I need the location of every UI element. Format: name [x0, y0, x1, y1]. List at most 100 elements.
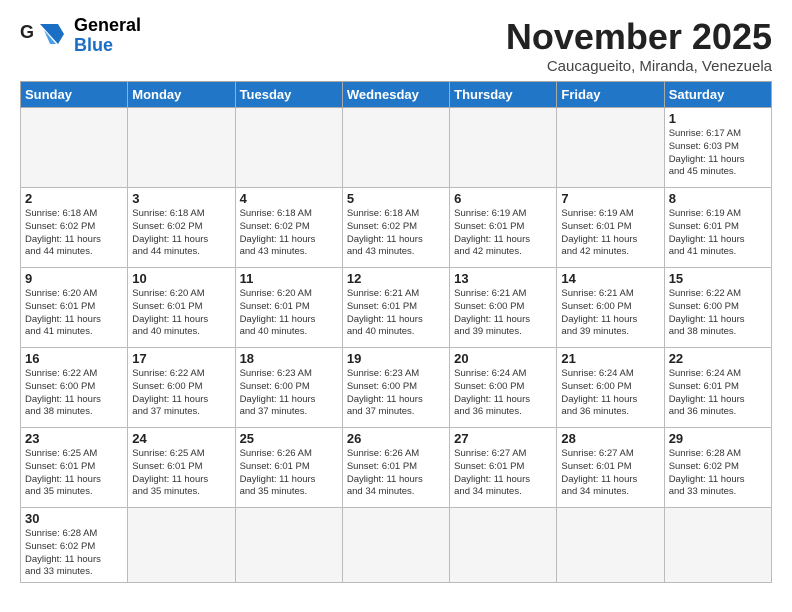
col-header-friday: Friday [557, 82, 664, 108]
day-info: Sunrise: 6:18 AM Sunset: 6:02 PM Dayligh… [132, 208, 230, 259]
calendar-cell: 11 Sunrise: 6:20 AM Sunset: 6:01 PM Dayli… [235, 268, 342, 348]
day-info: Sunrise: 6:23 AM Sunset: 6:00 PM Dayligh… [240, 368, 338, 419]
day-info: Sunrise: 6:20 AM Sunset: 6:01 PM Dayligh… [25, 288, 123, 339]
day-number: 8 [669, 191, 767, 206]
day-info: Sunrise: 6:21 AM Sunset: 6:00 PM Dayligh… [454, 288, 552, 339]
day-number: 13 [454, 271, 552, 286]
calendar-cell: 4Sunrise: 6:18 AM Sunset: 6:02 PM Daylig… [235, 188, 342, 268]
calendar-cell: 20Sunrise: 6:24 AM Sunset: 6:00 PM Dayli… [450, 348, 557, 428]
calendar-cell: 12 Sunrise: 6:21 AM Sunset: 6:01 PM Dayli… [342, 268, 449, 348]
day-number: 15 [669, 271, 767, 286]
day-number: 12 [347, 271, 445, 286]
day-info: Sunrise: 6:19 AM Sunset: 6:01 PM Dayligh… [561, 208, 659, 259]
day-number: 11 [240, 271, 338, 286]
day-info: Sunrise: 6:28 AM Sunset: 6:02 PM Dayligh… [25, 528, 123, 579]
calendar-cell: 28Sunrise: 6:27 AM Sunset: 6:01 PM Dayli… [557, 428, 664, 508]
day-number: 5 [347, 191, 445, 206]
day-info: Sunrise: 6:28 AM Sunset: 6:02 PM Dayligh… [669, 448, 767, 499]
day-info: Sunrise: 6:21 AM Sunset: 6:01 PM Dayligh… [347, 288, 445, 339]
day-number: 28 [561, 431, 659, 446]
day-number: 24 [132, 431, 230, 446]
day-number: 29 [669, 431, 767, 446]
day-info: Sunrise: 6:26 AM Sunset: 6:01 PM Dayligh… [347, 448, 445, 499]
calendar-cell: 6Sunrise: 6:19 AM Sunset: 6:01 PM Daylig… [450, 188, 557, 268]
calendar-cell: 24 Sunrise: 6:25 AM Sunset: 6:01 PM Dayli… [128, 428, 235, 508]
calendar-cell: 27 Sunrise: 6:27 AM Sunset: 6:01 PM Dayli… [450, 428, 557, 508]
calendar-header-row: SundayMondayTuesdayWednesdayThursdayFrid… [21, 82, 772, 108]
calendar-cell: 7 Sunrise: 6:19 AM Sunset: 6:01 PM Daylig… [557, 188, 664, 268]
header: G General Blue November 2025 Caucagueito… [20, 16, 772, 75]
day-info: Sunrise: 6:22 AM Sunset: 6:00 PM Dayligh… [25, 368, 123, 419]
day-number: 3 [132, 191, 230, 206]
month-title: November 2025 [506, 16, 772, 58]
week-row-4: 16 Sunrise: 6:22 AM Sunset: 6:00 PM Dayli… [21, 348, 772, 428]
calendar-cell: 26 Sunrise: 6:26 AM Sunset: 6:01 PM Dayli… [342, 428, 449, 508]
logo-general: General [74, 16, 141, 36]
col-header-tuesday: Tuesday [235, 82, 342, 108]
calendar-cell: 3 Sunrise: 6:18 AM Sunset: 6:02 PM Daylig… [128, 188, 235, 268]
day-number: 19 [347, 351, 445, 366]
day-number: 6 [454, 191, 552, 206]
calendar-cell [342, 508, 449, 583]
day-number: 23 [25, 431, 123, 446]
calendar-cell: 29 Sunrise: 6:28 AM Sunset: 6:02 PM Dayli… [664, 428, 771, 508]
col-header-wednesday: Wednesday [342, 82, 449, 108]
page: G General Blue November 2025 Caucagueito… [0, 0, 792, 593]
day-info: Sunrise: 6:26 AM Sunset: 6:01 PM Dayligh… [240, 448, 338, 499]
day-info: Sunrise: 6:25 AM Sunset: 6:01 PM Dayligh… [132, 448, 230, 499]
day-number: 22 [669, 351, 767, 366]
day-number: 20 [454, 351, 552, 366]
logo: G General Blue [20, 16, 141, 56]
day-info: Sunrise: 6:18 AM Sunset: 6:02 PM Dayligh… [240, 208, 338, 259]
day-number: 27 [454, 431, 552, 446]
day-info: Sunrise: 6:25 AM Sunset: 6:01 PM Dayligh… [25, 448, 123, 499]
calendar-cell [342, 108, 449, 188]
week-row-5: 23 Sunrise: 6:25 AM Sunset: 6:01 PM Dayli… [21, 428, 772, 508]
week-row-2: 2 Sunrise: 6:18 AM Sunset: 6:02 PM Daylig… [21, 188, 772, 268]
day-number: 26 [347, 431, 445, 446]
col-header-saturday: Saturday [664, 82, 771, 108]
col-header-sunday: Sunday [21, 82, 128, 108]
calendar-cell [235, 508, 342, 583]
day-number: 2 [25, 191, 123, 206]
day-number: 1 [669, 111, 767, 126]
calendar-cell: 22 Sunrise: 6:24 AM Sunset: 6:01 PM Dayli… [664, 348, 771, 428]
calendar-cell: 16 Sunrise: 6:22 AM Sunset: 6:00 PM Dayli… [21, 348, 128, 428]
logo-icon: G [20, 16, 68, 56]
calendar-cell [128, 508, 235, 583]
day-number: 25 [240, 431, 338, 446]
day-number: 17 [132, 351, 230, 366]
logo-blue: Blue [74, 36, 141, 56]
calendar-cell [21, 108, 128, 188]
day-number: 7 [561, 191, 659, 206]
day-info: Sunrise: 6:20 AM Sunset: 6:01 PM Dayligh… [132, 288, 230, 339]
calendar-cell: 1Sunrise: 6:17 AM Sunset: 6:03 PM Daylig… [664, 108, 771, 188]
calendar-cell: 15 Sunrise: 6:22 AM Sunset: 6:00 PM Dayli… [664, 268, 771, 348]
week-row-6: 30Sunrise: 6:28 AM Sunset: 6:02 PM Dayli… [21, 508, 772, 583]
day-info: Sunrise: 6:24 AM Sunset: 6:01 PM Dayligh… [669, 368, 767, 419]
title-block: November 2025 Caucagueito, Miranda, Vene… [506, 16, 772, 75]
calendar-cell [557, 108, 664, 188]
col-header-thursday: Thursday [450, 82, 557, 108]
calendar: SundayMondayTuesdayWednesdayThursdayFrid… [20, 81, 772, 583]
day-number: 16 [25, 351, 123, 366]
day-info: Sunrise: 6:18 AM Sunset: 6:02 PM Dayligh… [25, 208, 123, 259]
day-number: 9 [25, 271, 123, 286]
day-info: Sunrise: 6:22 AM Sunset: 6:00 PM Dayligh… [669, 288, 767, 339]
calendar-cell [450, 108, 557, 188]
calendar-cell: 2 Sunrise: 6:18 AM Sunset: 6:02 PM Daylig… [21, 188, 128, 268]
day-info: Sunrise: 6:23 AM Sunset: 6:00 PM Dayligh… [347, 368, 445, 419]
day-info: Sunrise: 6:19 AM Sunset: 6:01 PM Dayligh… [669, 208, 767, 259]
calendar-cell: 9 Sunrise: 6:20 AM Sunset: 6:01 PM Daylig… [21, 268, 128, 348]
day-number: 14 [561, 271, 659, 286]
day-info: Sunrise: 6:20 AM Sunset: 6:01 PM Dayligh… [240, 288, 338, 339]
calendar-cell: 18Sunrise: 6:23 AM Sunset: 6:00 PM Dayli… [235, 348, 342, 428]
calendar-cell: 30Sunrise: 6:28 AM Sunset: 6:02 PM Dayli… [21, 508, 128, 583]
day-info: Sunrise: 6:24 AM Sunset: 6:00 PM Dayligh… [561, 368, 659, 419]
day-info: Sunrise: 6:18 AM Sunset: 6:02 PM Dayligh… [347, 208, 445, 259]
calendar-cell [235, 108, 342, 188]
week-row-1: 1Sunrise: 6:17 AM Sunset: 6:03 PM Daylig… [21, 108, 772, 188]
calendar-cell [450, 508, 557, 583]
calendar-cell: 8 Sunrise: 6:19 AM Sunset: 6:01 PM Daylig… [664, 188, 771, 268]
day-info: Sunrise: 6:27 AM Sunset: 6:01 PM Dayligh… [454, 448, 552, 499]
